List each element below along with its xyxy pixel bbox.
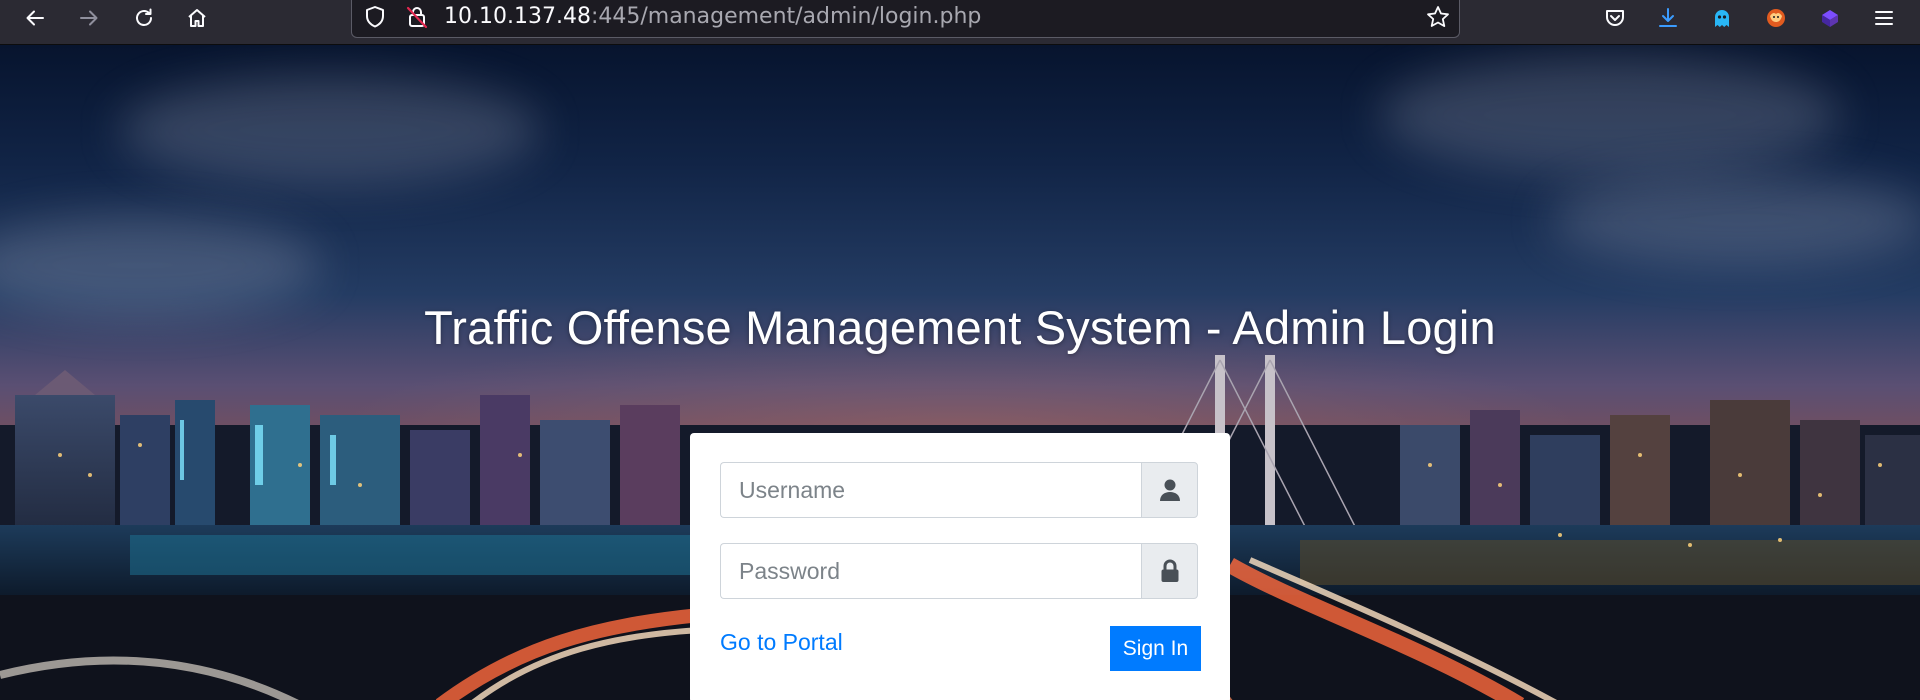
browser-toolbar: 10.10.137.48:445/management/admin/login.… bbox=[0, 0, 1920, 45]
reload-button[interactable] bbox=[126, 2, 162, 34]
username-addon bbox=[1141, 462, 1198, 518]
menu-button[interactable] bbox=[1866, 2, 1902, 34]
login-card: Go to Portal Sign In bbox=[690, 433, 1230, 700]
username-input[interactable] bbox=[720, 462, 1141, 518]
back-button[interactable] bbox=[17, 2, 53, 34]
login-page: Traffic Offense Management System - Admi… bbox=[0, 45, 1920, 700]
ghost-extension-icon bbox=[1715, 10, 1729, 27]
cloud bbox=[1380, 55, 1840, 175]
url-path: :445/management/admin/login.php bbox=[590, 4, 982, 29]
username-group bbox=[720, 462, 1198, 518]
extension-fox-button[interactable] bbox=[1758, 2, 1794, 34]
forward-arrow-icon bbox=[80, 10, 98, 26]
extension-ghost-button[interactable] bbox=[1704, 2, 1740, 34]
downloads-button[interactable] bbox=[1650, 2, 1686, 34]
go-to-portal-link[interactable]: Go to Portal bbox=[720, 629, 843, 656]
password-group bbox=[720, 543, 1198, 599]
url-host: 10.10.137.48 bbox=[444, 4, 591, 29]
download-icon bbox=[1659, 8, 1677, 27]
insecure-lock-icon[interactable] bbox=[404, 4, 430, 30]
cloud bbox=[120, 75, 540, 185]
sign-in-button[interactable]: Sign In bbox=[1110, 626, 1201, 671]
password-addon bbox=[1141, 543, 1198, 599]
pocket-icon bbox=[1606, 10, 1624, 26]
purple-cube-extension-icon bbox=[1822, 10, 1838, 27]
page-title: Traffic Offense Management System - Admi… bbox=[424, 301, 1496, 354]
lock-icon bbox=[1161, 559, 1178, 582]
fox-extension-icon bbox=[1767, 9, 1785, 27]
address-bar[interactable]: 10.10.137.48:445/management/admin/login.… bbox=[351, 0, 1460, 38]
star-icon[interactable] bbox=[1425, 4, 1451, 30]
password-input[interactable] bbox=[720, 543, 1141, 599]
pocket-button[interactable] bbox=[1597, 2, 1633, 34]
home-icon bbox=[188, 9, 206, 27]
back-arrow-icon bbox=[26, 10, 44, 26]
extension-cube-button[interactable] bbox=[1812, 2, 1848, 34]
hamburger-menu-icon bbox=[1875, 11, 1893, 25]
home-button[interactable] bbox=[179, 2, 215, 34]
shield-icon[interactable] bbox=[362, 4, 388, 30]
reload-icon bbox=[136, 8, 152, 26]
cloud bbox=[1550, 175, 1920, 265]
user-icon bbox=[1159, 479, 1180, 501]
forward-button[interactable] bbox=[71, 2, 107, 34]
url-text[interactable]: 10.10.137.48:445/management/admin/login.… bbox=[444, 4, 981, 30]
